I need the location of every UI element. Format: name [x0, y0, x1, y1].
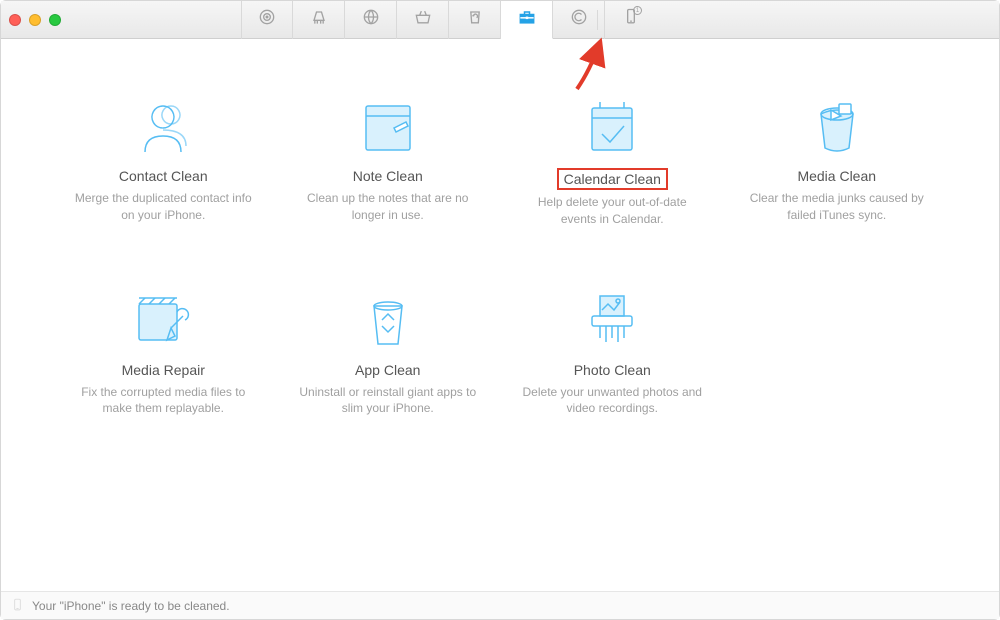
tile-title: App Clean — [355, 362, 420, 378]
calendar-icon — [577, 94, 647, 156]
tile-title: Media Clean — [797, 168, 876, 184]
tile-title: Calendar Clean — [564, 171, 661, 187]
tab-clean[interactable] — [293, 1, 345, 39]
tool-grid: Contact Clean Merge the duplicated conta… — [61, 94, 939, 417]
tile-title: Media Repair — [122, 362, 205, 378]
minimize-window-button[interactable] — [29, 14, 41, 26]
tile-desc: Help delete your out-of-date events in C… — [522, 194, 702, 228]
tile-media-clean[interactable]: Media Clean Clear the media junks caused… — [735, 94, 940, 228]
content-area: Contact Clean Merge the duplicated conta… — [1, 39, 999, 591]
recycle-icon — [465, 7, 485, 32]
tile-photo-clean[interactable]: Photo Clean Delete your unwanted photos … — [510, 288, 715, 418]
tile-desc: Clear the media junks caused by failed i… — [747, 190, 927, 224]
basket-icon — [413, 7, 433, 32]
note-icon — [353, 94, 423, 156]
tile-desc: Uninstall or reinstall giant apps to sli… — [298, 384, 478, 418]
badge-c-icon — [569, 7, 589, 32]
highlight-annotation: Calendar Clean — [557, 168, 668, 190]
tile-contact-clean[interactable]: Contact Clean Merge the duplicated conta… — [61, 94, 266, 228]
titlebar: 1 — [1, 1, 999, 39]
phone-icon — [11, 596, 24, 616]
contacts-icon — [128, 94, 198, 156]
tab-basket[interactable] — [397, 1, 449, 39]
statusbar: Your "iPhone" is ready to be cleaned. — [1, 591, 999, 619]
tile-desc: Delete your unwanted photos and video re… — [522, 384, 702, 418]
device-icon: 1 — [621, 7, 641, 32]
status-text: Your "iPhone" is ready to be cleaned. — [32, 599, 230, 613]
target-icon — [257, 7, 277, 32]
tile-note-clean[interactable]: Note Clean Clean up the notes that are n… — [286, 94, 491, 228]
media-bucket-icon — [802, 94, 872, 156]
tab-device[interactable]: 1 — [605, 1, 657, 39]
tile-desc: Fix the corrupted media files to make th… — [73, 384, 253, 418]
broom-icon — [309, 7, 329, 32]
tab-globe[interactable] — [345, 1, 397, 39]
toolbar-tabs: 1 — [241, 1, 657, 39]
toolbox-icon — [517, 7, 537, 32]
maximize-window-button[interactable] — [49, 14, 61, 26]
tile-title: Photo Clean — [574, 362, 651, 378]
close-window-button[interactable] — [9, 14, 21, 26]
traffic-lights — [9, 14, 61, 26]
tile-media-repair[interactable]: Media Repair Fix the corrupted media fil… — [61, 288, 266, 418]
app-trash-icon — [353, 288, 423, 350]
repair-icon — [128, 288, 198, 350]
globe-icon — [361, 7, 381, 32]
tile-title: Contact Clean — [119, 168, 208, 184]
tile-desc: Clean up the notes that are no longer in… — [298, 190, 478, 224]
tile-calendar-clean[interactable]: Calendar Clean Help delete your out-of-d… — [510, 94, 715, 228]
tile-desc: Merge the duplicated contact info on you… — [73, 190, 253, 224]
tab-target[interactable] — [241, 1, 293, 39]
tab-recycle[interactable] — [449, 1, 501, 39]
shredder-icon — [577, 288, 647, 350]
tile-title: Note Clean — [353, 168, 423, 184]
tile-app-clean[interactable]: App Clean Uninstall or reinstall giant a… — [286, 288, 491, 418]
tab-toolbox-active[interactable] — [501, 1, 553, 39]
